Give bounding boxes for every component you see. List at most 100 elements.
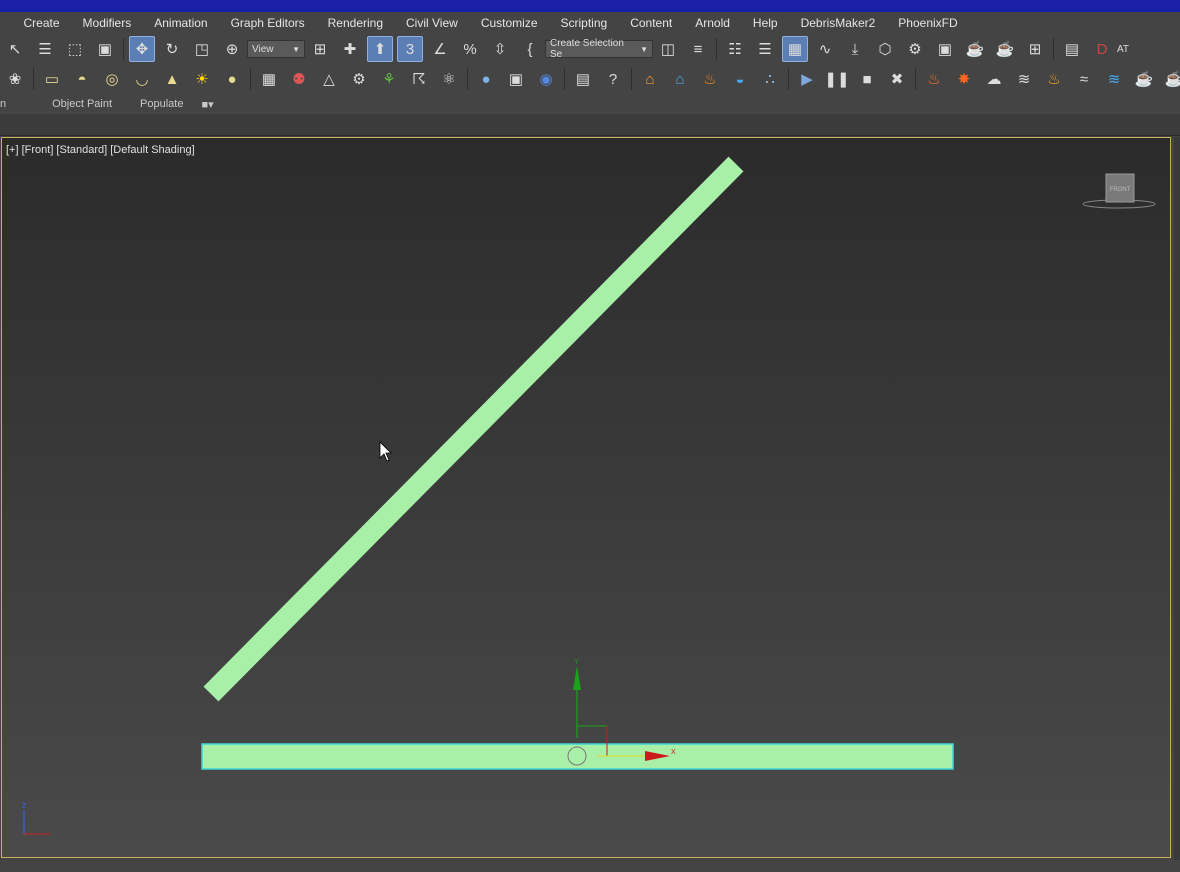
rotate-icon[interactable]: ↻ <box>159 36 185 62</box>
sun-icon[interactable]: ☀ <box>189 66 215 92</box>
align-icon[interactable]: ≡ <box>685 36 711 62</box>
mirror-icon[interactable]: ◫ <box>655 36 681 62</box>
play-icon[interactable]: ▶ <box>794 66 820 92</box>
disc-icon[interactable]: ● <box>219 66 245 92</box>
percent-snap-icon[interactable]: % <box>457 36 483 62</box>
hemisphere-icon[interactable]: ◓ <box>69 66 95 92</box>
viewcube[interactable]: FRONT <box>1082 173 1156 209</box>
render-production-icon[interactable]: ☕ <box>962 36 988 62</box>
menu-modifiers[interactable]: Modifiers <box>71 12 143 34</box>
keyboard-shortcut-override-icon[interactable]: ⬆ <box>367 36 393 62</box>
ribbon-tab-truncated[interactable]: n <box>0 98 20 110</box>
move-icon[interactable]: ✥ <box>129 36 155 62</box>
render-grid-icon[interactable]: ⊞ <box>1022 36 1048 62</box>
wind-preset-icon[interactable]: ≋ <box>1011 66 1037 92</box>
reference-coordinate-dropdown[interactable]: View ▼ <box>247 40 305 58</box>
grid-object-icon[interactable]: ▦ <box>256 66 282 92</box>
fur-ox-icon[interactable]: ⚛ <box>436 66 462 92</box>
steam-preset-icon[interactable]: ≈ <box>1071 66 1097 92</box>
window-crossing-icon[interactable]: ▣ <box>92 36 118 62</box>
render-iterative-icon[interactable]: ☕ <box>992 36 1018 62</box>
help-icon[interactable]: ? <box>600 66 626 92</box>
fur-hf-icon[interactable]: ☈ <box>406 66 432 92</box>
scale-icon[interactable]: ◳ <box>189 36 215 62</box>
ocean-preset-icon[interactable]: ≋ <box>1101 66 1127 92</box>
command-panel-edge <box>1174 137 1180 872</box>
menu-civil-view[interactable]: Civil View <box>395 12 470 34</box>
snaps-toggle-icon[interactable]: 3 <box>397 36 423 62</box>
truncated-toolbar-label: AT <box>1117 43 1130 55</box>
fire-preset-icon[interactable]: ♨ <box>921 66 947 92</box>
toolbar-separator <box>250 68 251 90</box>
viewcube-label: FRONT <box>1110 187 1131 193</box>
plugin-d-icon[interactable]: D <box>1089 36 1115 62</box>
candle-preset-icon[interactable]: ♨ <box>1041 66 1067 92</box>
menu-scripting[interactable]: Scripting <box>549 12 619 34</box>
angle-snap-icon[interactable]: ∠ <box>427 36 453 62</box>
fire-source-icon[interactable]: ♨ <box>697 66 723 92</box>
front-viewport[interactable]: Y X FRONT Z [+] [Front] [Standard] [Defa… <box>1 137 1171 858</box>
spinner-snap-icon[interactable]: ⇳ <box>487 36 513 62</box>
smoke-preset-icon[interactable]: ☁ <box>981 66 1007 92</box>
menu-rendering[interactable]: Rendering <box>316 12 394 34</box>
gizmo-y-arrow-icon[interactable] <box>573 666 581 690</box>
menu-arnold[interactable]: Arnold <box>684 12 742 34</box>
pause-icon[interactable]: ❚❚ <box>824 66 850 92</box>
globe-icon[interactable]: ● <box>473 66 499 92</box>
proxy-icon[interactable]: ▣ <box>503 66 529 92</box>
menu-content[interactable]: Content <box>619 12 684 34</box>
diagonal-box-object[interactable] <box>203 156 744 702</box>
liquid-container-icon[interactable]: ⌂ <box>667 66 693 92</box>
pivot-center-icon[interactable]: ⊞ <box>307 36 333 62</box>
water-source-icon[interactable]: ◒ <box>727 66 753 92</box>
menu-customize[interactable]: Customize <box>469 12 549 34</box>
bottom-bar <box>0 860 1180 872</box>
material-editor-icon[interactable]: ⬡ <box>872 36 898 62</box>
place-icon[interactable]: ⊕ <box>219 36 245 62</box>
explosion-preset-icon[interactable]: ✸ <box>951 66 977 92</box>
menu-graph-editors[interactable]: Graph Editors <box>219 12 316 34</box>
table-view-icon[interactable]: ▤ <box>1059 36 1085 62</box>
menu-debrismaker2[interactable]: DebrisMaker2 <box>789 12 887 34</box>
rendered-frame-window-icon[interactable]: ▣ <box>932 36 958 62</box>
title-bar <box>0 0 1180 12</box>
bowl-icon[interactable]: ◡ <box>129 66 155 92</box>
render-settings-icon[interactable]: ▤ <box>570 66 596 92</box>
select-object-icon[interactable]: ↖ <box>2 36 28 62</box>
schematic-view-icon[interactable]: ⤓ <box>842 36 868 62</box>
teapot-icon[interactable]: ❀ <box>2 66 28 92</box>
sphere-icon[interactable]: ◎ <box>99 66 125 92</box>
named-selection-set-dropdown[interactable]: Create Selection Se ▼ <box>545 38 653 60</box>
menu-animation[interactable]: Animation <box>143 12 219 34</box>
plant-icon[interactable]: ⚘ <box>376 66 402 92</box>
menu-help[interactable]: Help <box>741 12 789 34</box>
tripod-icon[interactable]: △ <box>316 66 342 92</box>
plane-icon[interactable]: ▭ <box>39 66 65 92</box>
toggle-ribbon-icon[interactable]: ▦ <box>782 36 808 62</box>
layer-explorer-icon[interactable]: ☰ <box>752 36 778 62</box>
plugin-toolbar: ❀ ▭ ◓ ◎ ◡ ▲ ☀ ● ▦ ⚉ △ ⚙ ⚘ ☈ ⚛ ● ▣ ◉ ▤ ? … <box>0 64 1180 94</box>
particles-icon[interactable]: ∴ <box>757 66 783 92</box>
ribbon-tab-object-paint[interactable]: Object Paint <box>20 98 126 110</box>
select-by-name-icon[interactable]: ☰ <box>32 36 58 62</box>
ribbon-options-icon[interactable]: ■▾ <box>197 98 227 111</box>
beer-preset-icon[interactable]: ☕ <box>1131 66 1157 92</box>
rect-selection-icon[interactable]: ⬚ <box>62 36 88 62</box>
menu-create[interactable]: Create <box>12 12 71 34</box>
stop-icon[interactable]: ■ <box>854 66 880 92</box>
edit-named-selection-icon[interactable]: { <box>517 36 543 62</box>
gear-icon[interactable]: ⚙ <box>346 66 372 92</box>
fire-container-icon[interactable]: ⌂ <box>637 66 663 92</box>
cone-icon[interactable]: ▲ <box>159 66 185 92</box>
curve-editor-icon[interactable]: ∿ <box>812 36 838 62</box>
material-icon[interactable]: ◉ <box>533 66 559 92</box>
scene-explorer-icon[interactable]: ☷ <box>722 36 748 62</box>
ribbon-tab-populate[interactable]: Populate <box>126 98 197 110</box>
particle-icon[interactable]: ⚉ <box>286 66 312 92</box>
menu-phoenixfd[interactable]: PhoenixFD <box>887 12 969 34</box>
viewport-label[interactable]: [+] [Front] [Standard] [Default Shading] <box>6 144 195 156</box>
trash-icon[interactable]: ✖ <box>884 66 910 92</box>
select-manipulate-icon[interactable]: ✚ <box>337 36 363 62</box>
render-setup-icon[interactable]: ⚙ <box>902 36 928 62</box>
pour-preset-icon[interactable]: ☕ <box>1161 66 1180 92</box>
